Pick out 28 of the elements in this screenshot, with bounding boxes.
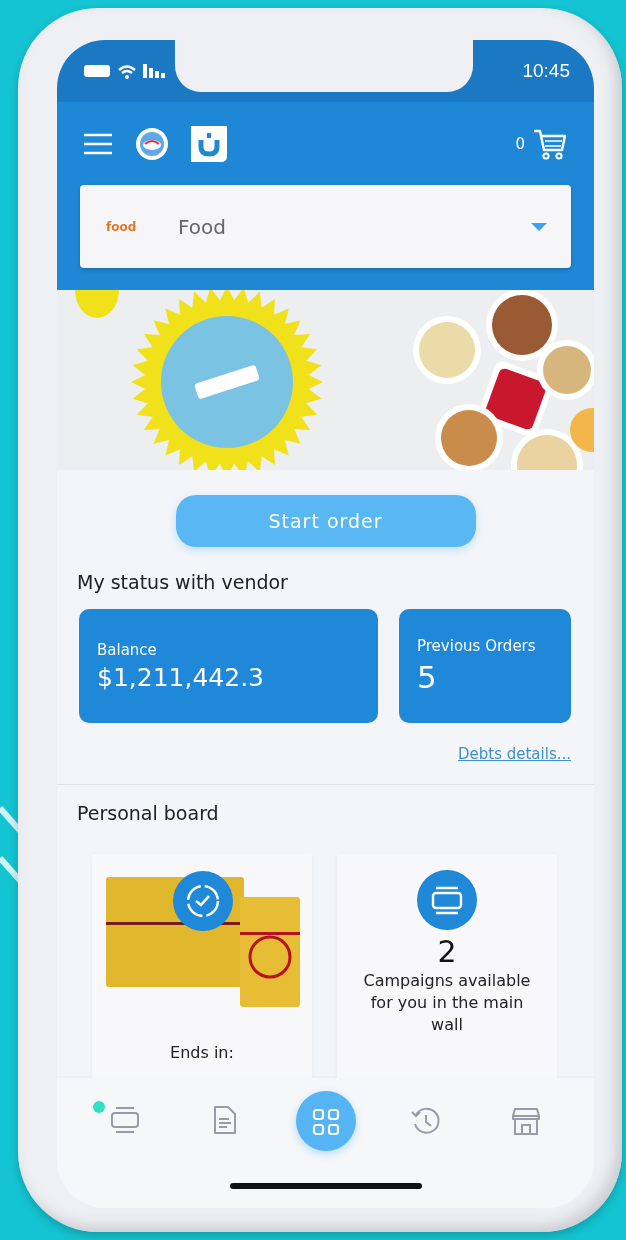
- board-card[interactable]: 2 Campaigns available for you in the main wall: [337, 854, 557, 1078]
- signal-icon: [143, 64, 165, 78]
- board-card[interactable]: Ends in:: [92, 854, 312, 1078]
- section-title: Personal board: [77, 802, 220, 824]
- round-logo-icon[interactable]: [135, 127, 169, 161]
- stat-label: Balance: [97, 640, 158, 659]
- campaigns-icon: [417, 870, 477, 930]
- stat-label: Previous Orders: [417, 637, 537, 655]
- menu-icon[interactable]: [83, 132, 113, 156]
- wifi-icon: [117, 63, 137, 79]
- category-dropdown[interactable]: food Food: [80, 185, 571, 268]
- board-card-text: Campaigns available for you in the main wall: [362, 970, 532, 1036]
- debts-details-link[interactable]: Debts details...: [457, 745, 571, 763]
- campaign-count: 2: [437, 934, 457, 970]
- food-logo: food: [106, 219, 138, 234]
- cart-count: 0: [515, 135, 525, 153]
- stat-value: 5: [417, 659, 438, 695]
- cart-icon[interactable]: [533, 128, 567, 160]
- store-icon: [509, 1105, 543, 1137]
- battery-icon: [83, 64, 111, 78]
- dropdown-arrow-icon: [531, 222, 547, 231]
- status-time: 10:45: [522, 60, 570, 82]
- u-logo-icon: [191, 126, 227, 162]
- nav-tab[interactable]: [295, 1091, 356, 1151]
- board-card-text: Ends in:: [169, 1042, 235, 1064]
- timer-icon: [173, 871, 233, 931]
- section-title: My status with vendor: [77, 571, 289, 593]
- stat-value: $1,211,442.3: [97, 662, 265, 692]
